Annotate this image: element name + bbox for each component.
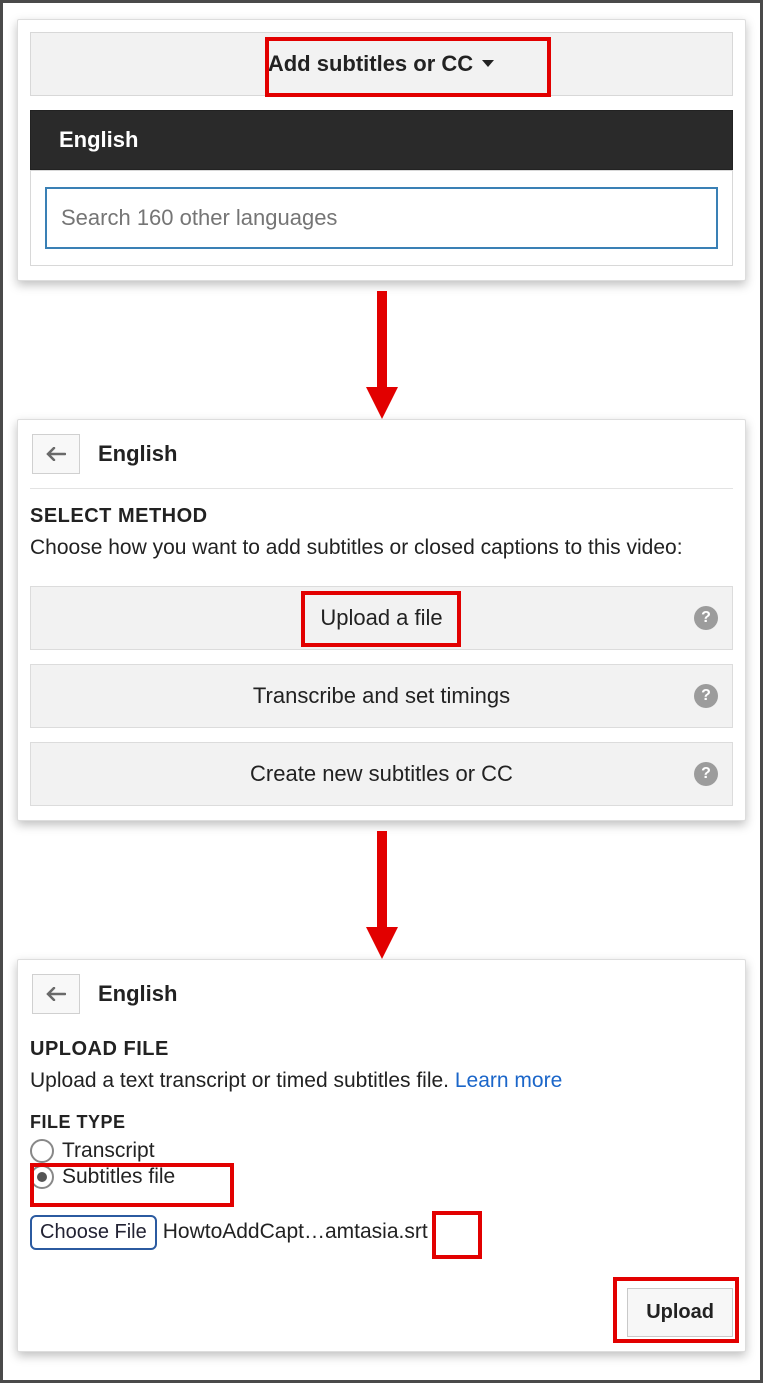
method-upload-file[interactable]: Upload a file ? — [30, 586, 733, 650]
section-label: SELECT METHOD — [30, 505, 733, 528]
file-type-label: FILE TYPE — [30, 1112, 733, 1133]
method-label: Transcribe and set timings — [253, 683, 510, 709]
upload-row: Upload — [30, 1288, 733, 1337]
flow-arrow — [13, 831, 750, 961]
method-create-new[interactable]: Create new subtitles or CC ? — [30, 742, 733, 806]
language-name: English — [59, 127, 138, 152]
arrow-left-icon — [46, 987, 66, 1001]
file-chooser-row: Choose File HowtoAddCapt…amtasia.srt — [30, 1215, 733, 1250]
upload-button[interactable]: Upload — [627, 1288, 733, 1337]
radio-icon — [30, 1139, 54, 1163]
dropdown-label: Add subtitles or CC — [268, 51, 473, 77]
panel-title: English — [98, 981, 177, 1007]
panel-header: English — [30, 432, 733, 488]
chevron-down-icon — [481, 59, 495, 69]
search-container — [30, 170, 733, 266]
add-subtitles-dropdown[interactable]: Add subtitles or CC — [30, 32, 733, 96]
panel-add-subtitles: Add subtitles or CC English — [17, 19, 746, 281]
panel-title: English — [98, 441, 177, 467]
learn-more-link[interactable]: Learn more — [455, 1069, 562, 1092]
method-label: Create new subtitles or CC — [250, 761, 513, 787]
help-icon[interactable]: ? — [694, 762, 718, 786]
panel-upload-file: English UPLOAD FILE Upload a text transc… — [17, 959, 746, 1351]
radio-label: Subtitles file — [62, 1165, 175, 1189]
language-search-input[interactable] — [45, 187, 718, 249]
back-button[interactable] — [32, 974, 80, 1014]
selected-file-name: HowtoAddCapt…amtasia.srt — [163, 1220, 428, 1244]
method-label: Upload a file — [320, 605, 442, 631]
choose-file-button[interactable]: Choose File — [30, 1215, 157, 1250]
divider — [30, 488, 733, 489]
selected-language-bar[interactable]: English — [30, 110, 733, 170]
tutorial-figure: Add subtitles or CC English English SELE… — [0, 0, 763, 1383]
help-icon[interactable]: ? — [694, 684, 718, 708]
help-icon[interactable]: ? — [694, 606, 718, 630]
flow-arrow — [13, 291, 750, 421]
arrow-left-icon — [46, 447, 66, 461]
radio-subtitles-file[interactable]: Subtitles file — [30, 1165, 733, 1189]
section-label: UPLOAD FILE — [30, 1038, 733, 1061]
instruction-text: Upload a text transcript or timed subtit… — [30, 1067, 733, 1095]
panel-select-method: English SELECT METHOD Choose how you wan… — [17, 419, 746, 821]
radio-transcript[interactable]: Transcript — [30, 1139, 733, 1163]
radio-label: Transcript — [62, 1139, 155, 1163]
radio-icon — [30, 1165, 54, 1189]
highlight-box — [432, 1211, 482, 1259]
panel-header: English — [30, 972, 733, 1028]
back-button[interactable] — [32, 434, 80, 474]
method-transcribe[interactable]: Transcribe and set timings ? — [30, 664, 733, 728]
instruction-text: Choose how you want to add subtitles or … — [30, 534, 733, 562]
